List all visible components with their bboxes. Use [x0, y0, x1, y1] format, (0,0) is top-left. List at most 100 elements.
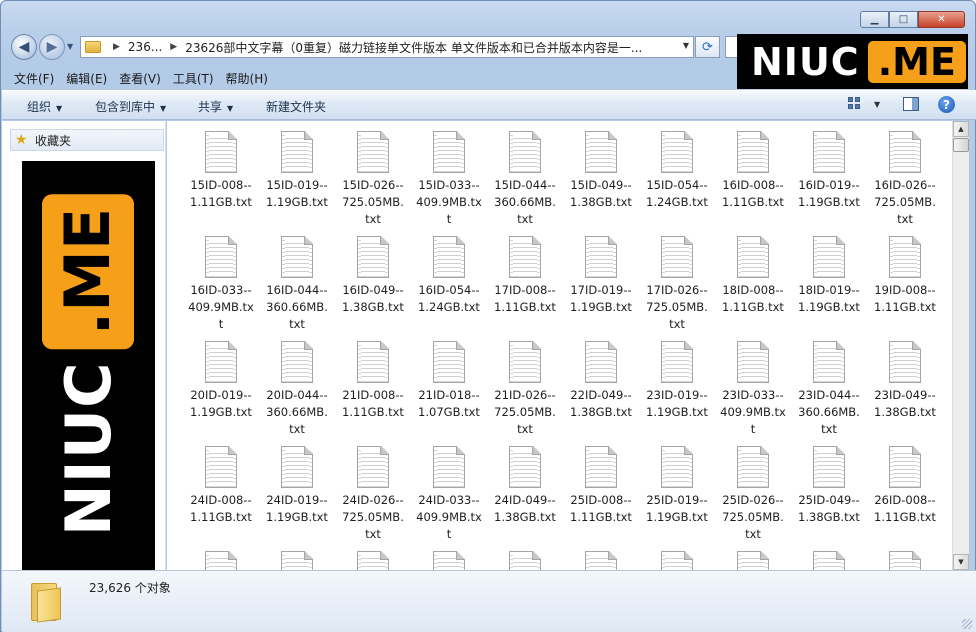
file-item[interactable]: [563, 551, 639, 570]
file-item[interactable]: 18ID-019--1.19GB.txt: [791, 236, 867, 341]
watermark-box: .ME: [867, 40, 966, 83]
text-file-icon: [813, 551, 845, 570]
file-item[interactable]: 18ID-008--1.11GB.txt: [715, 236, 791, 341]
menu-help[interactable]: 帮助(H): [221, 70, 273, 87]
file-item[interactable]: 21ID-026--725.05MB.txt: [487, 341, 563, 446]
file-item[interactable]: 16ID-054--1.24GB.txt: [411, 236, 487, 341]
file-item[interactable]: [487, 551, 563, 570]
scrollbar-thumb[interactable]: [953, 138, 969, 152]
preview-pane-icon[interactable]: [903, 97, 919, 111]
vertical-scrollbar[interactable]: ▲ ▼: [952, 121, 969, 570]
text-file-icon: [889, 131, 921, 173]
breadcrumb-item[interactable]: 23626部中文字幕（0重复）磁力链接单文件版本 单文件版本和已合并版本内容是一…: [185, 39, 642, 56]
file-item[interactable]: 24ID-049--1.38GB.txt: [487, 446, 563, 551]
menu-view[interactable]: 查看(V): [114, 70, 166, 87]
file-item[interactable]: [183, 551, 259, 570]
file-item[interactable]: 15ID-008--1.11GB.txt: [183, 131, 259, 236]
file-item[interactable]: [411, 551, 487, 570]
view-dropdown-icon[interactable]: ▼: [874, 100, 880, 109]
file-name: 24ID-033--409.9MB.txt: [416, 493, 482, 541]
file-item[interactable]: [715, 551, 791, 570]
file-item[interactable]: 24ID-019--1.19GB.txt: [259, 446, 335, 551]
file-item[interactable]: 23ID-033--409.9MB.txt: [715, 341, 791, 446]
file-name: 22ID-049--1.38GB.txt: [570, 388, 632, 419]
organize-button[interactable]: 组织 ▼: [27, 98, 62, 115]
favorites-item[interactable]: ★ 收藏夹: [10, 129, 164, 151]
file-name: 21ID-018--1.07GB.txt: [418, 388, 480, 419]
address-bar[interactable]: ▶ 236... ▶ 23626部中文字幕（0重复）磁力链接单文件版本 单文件版…: [80, 36, 694, 58]
file-item[interactable]: 16ID-008--1.11GB.txt: [715, 131, 791, 236]
menu-file[interactable]: 文件(F): [9, 70, 59, 87]
refresh-button[interactable]: ⟳: [695, 36, 720, 58]
menu-edit[interactable]: 编辑(E): [61, 70, 112, 87]
recent-pages-dropdown-icon[interactable]: ▼: [67, 42, 73, 51]
file-item[interactable]: 15ID-019--1.19GB.txt: [259, 131, 335, 236]
breadcrumb-arrow-icon[interactable]: ▶: [113, 42, 120, 52]
file-name: 16ID-008--1.11GB.txt: [722, 178, 784, 209]
scroll-up-icon[interactable]: ▲: [953, 121, 969, 137]
share-button[interactable]: 共享 ▼: [198, 98, 233, 115]
text-file-icon: [813, 236, 845, 278]
file-item[interactable]: 16ID-044--360.66MB.txt: [259, 236, 335, 341]
file-item[interactable]: 23ID-049--1.38GB.txt: [867, 341, 943, 446]
menu-bar: 文件(F) 编辑(E) 查看(V) 工具(T) 帮助(H): [9, 67, 275, 89]
menu-tools[interactable]: 工具(T): [168, 70, 219, 87]
file-item[interactable]: 20ID-044--360.66MB.txt: [259, 341, 335, 446]
file-item[interactable]: 22ID-049--1.38GB.txt: [563, 341, 639, 446]
file-item[interactable]: 25ID-026--725.05MB.txt: [715, 446, 791, 551]
file-item[interactable]: 25ID-019--1.19GB.txt: [639, 446, 715, 551]
text-file-icon: [585, 236, 617, 278]
include-library-button[interactable]: 包含到库中 ▼: [95, 98, 166, 115]
file-item[interactable]: 24ID-008--1.11GB.txt: [183, 446, 259, 551]
file-item[interactable]: 17ID-019--1.19GB.txt: [563, 236, 639, 341]
file-item[interactable]: 25ID-008--1.11GB.txt: [563, 446, 639, 551]
file-item[interactable]: 23ID-019--1.19GB.txt: [639, 341, 715, 446]
maximize-button[interactable]: □: [889, 11, 918, 28]
file-item[interactable]: 20ID-019--1.19GB.txt: [183, 341, 259, 446]
file-item[interactable]: 15ID-026--725.05MB.txt: [335, 131, 411, 236]
file-item[interactable]: [867, 551, 943, 570]
file-item[interactable]: 15ID-033--409.9MB.txt: [411, 131, 487, 236]
new-folder-button[interactable]: 新建文件夹: [266, 98, 326, 115]
file-item[interactable]: 19ID-008--1.11GB.txt: [867, 236, 943, 341]
file-item[interactable]: 16ID-033--409.9MB.txt: [183, 236, 259, 341]
address-dropdown-icon[interactable]: ▼: [683, 41, 689, 50]
file-item[interactable]: 16ID-049--1.38GB.txt: [335, 236, 411, 341]
minimize-button[interactable]: ▁: [860, 11, 889, 28]
file-item[interactable]: 24ID-033--409.9MB.txt: [411, 446, 487, 551]
forward-button[interactable]: ▶: [39, 34, 65, 60]
close-button[interactable]: ✕: [918, 11, 965, 28]
breadcrumb-item[interactable]: 236...: [128, 40, 162, 54]
file-name: 24ID-019--1.19GB.txt: [266, 493, 328, 524]
text-file-icon: [205, 341, 237, 383]
file-item[interactable]: [639, 551, 715, 570]
text-file-icon: [509, 236, 541, 278]
file-item[interactable]: 16ID-019--1.19GB.txt: [791, 131, 867, 236]
file-item[interactable]: 26ID-008--1.11GB.txt: [867, 446, 943, 551]
text-file-icon: [737, 341, 769, 383]
file-item[interactable]: 17ID-008--1.11GB.txt: [487, 236, 563, 341]
file-name: 23ID-049--1.38GB.txt: [874, 388, 936, 419]
file-item[interactable]: 21ID-008--1.11GB.txt: [335, 341, 411, 446]
file-item[interactable]: [335, 551, 411, 570]
file-item[interactable]: 24ID-026--725.05MB.txt: [335, 446, 411, 551]
file-item[interactable]: 15ID-054--1.24GB.txt: [639, 131, 715, 236]
help-icon[interactable]: ?: [938, 96, 955, 113]
text-file-icon: [205, 551, 237, 570]
file-item[interactable]: 17ID-026--725.05MB.txt: [639, 236, 715, 341]
change-view-icon[interactable]: [848, 97, 862, 111]
back-button[interactable]: ◀: [11, 34, 37, 60]
scroll-down-icon[interactable]: ▼: [953, 554, 969, 570]
file-item[interactable]: 25ID-049--1.38GB.txt: [791, 446, 867, 551]
breadcrumb-arrow-icon[interactable]: ▶: [170, 42, 177, 52]
file-item[interactable]: 23ID-044--360.66MB.txt: [791, 341, 867, 446]
file-item[interactable]: [259, 551, 335, 570]
file-item[interactable]: 16ID-026--725.05MB.txt: [867, 131, 943, 236]
file-item[interactable]: 15ID-049--1.38GB.txt: [563, 131, 639, 236]
resize-grip[interactable]: [962, 619, 972, 629]
file-item[interactable]: 21ID-018--1.07GB.txt: [411, 341, 487, 446]
text-file-icon: [737, 236, 769, 278]
file-item[interactable]: 15ID-044--360.66MB.txt: [487, 131, 563, 236]
text-file-icon: [433, 236, 465, 278]
file-item[interactable]: [791, 551, 867, 570]
